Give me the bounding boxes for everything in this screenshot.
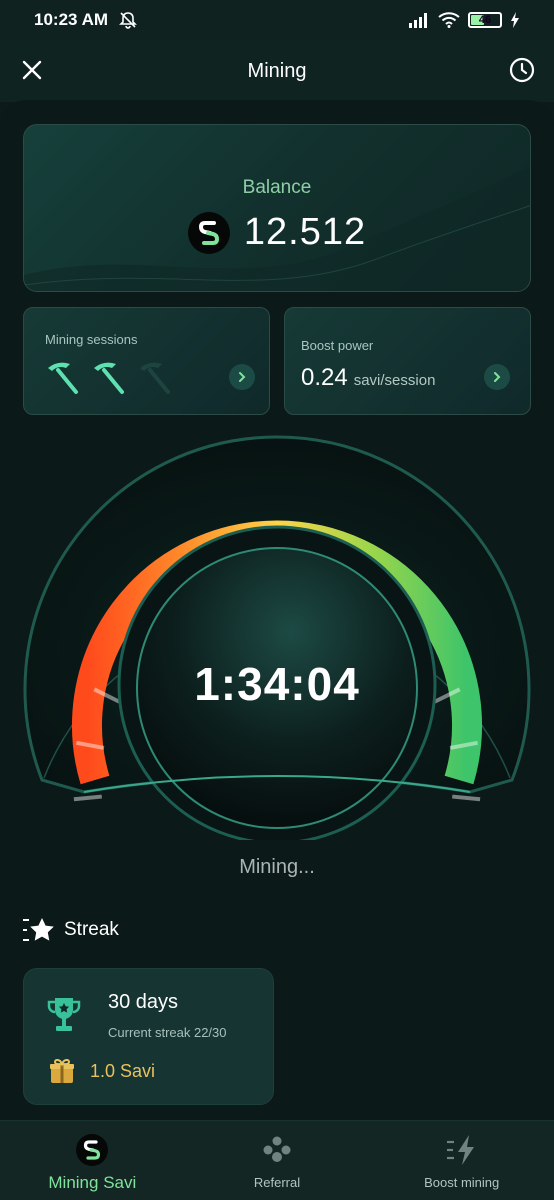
charging-icon xyxy=(511,12,519,28)
gauge-tick xyxy=(452,794,481,802)
mining-timer: 1:34:04 xyxy=(194,658,360,710)
signal-icon xyxy=(409,13,427,28)
balance-row: 12.512 xyxy=(24,211,530,254)
lightning-icon xyxy=(446,1135,474,1165)
history-clock-icon[interactable] xyxy=(508,56,536,84)
boost-power-card[interactable]: Boost power 0.24 savi/session xyxy=(284,307,531,415)
chevron-right-icon[interactable] xyxy=(229,364,255,390)
status-icons: 46 xyxy=(408,12,520,28)
gift-icon xyxy=(50,1058,74,1083)
boost-power-unit: savi/session xyxy=(353,372,436,389)
boost-power-value: 0.24 xyxy=(301,364,348,391)
nav-label: Boost mining xyxy=(424,1175,500,1190)
mining-gauge xyxy=(23,435,531,840)
streak-header: Streak xyxy=(22,916,119,944)
close-icon[interactable] xyxy=(18,56,46,84)
notification-off-icon xyxy=(119,12,137,29)
streak-days: 30 days xyxy=(108,991,179,1013)
mining-sessions-label: Mining sessions xyxy=(45,332,138,347)
mining-status-text: Mining... xyxy=(239,856,315,878)
session-pickaxes xyxy=(44,360,172,396)
pickaxe-active-icon xyxy=(48,362,78,394)
balance-label: Balance xyxy=(242,177,312,198)
app-header: Mining xyxy=(0,40,554,102)
streak-reward: 1.0 Savi xyxy=(90,1061,156,1081)
streak-progress: Current streak 22/30 xyxy=(108,1025,227,1040)
status-time: 10:23 AM xyxy=(34,10,109,29)
nav-mining-savi[interactable]: Mining Savi xyxy=(0,1121,185,1200)
nav-label: Mining Savi xyxy=(48,1173,137,1192)
balance-card: Balance 12.512 xyxy=(23,124,531,292)
balance-value: 12.512 xyxy=(243,211,367,253)
savi-logo-icon xyxy=(187,211,230,254)
trophy-icon xyxy=(47,998,81,1031)
mining-sessions-card[interactable]: Mining sessions xyxy=(23,307,270,415)
pickaxe-inactive-icon xyxy=(140,362,170,394)
battery-level: 46 xyxy=(478,14,492,26)
gauge-tick xyxy=(73,794,102,802)
nav-referral[interactable]: Referral xyxy=(185,1121,370,1200)
wifi-icon xyxy=(438,12,460,28)
nav-boost-mining[interactable]: Boost mining xyxy=(369,1121,554,1200)
battery-icon: 46 xyxy=(468,12,502,28)
nav-label: Referral xyxy=(253,1175,301,1190)
star-icon xyxy=(23,918,54,941)
streak-card: 30 days Current streak 22/30 1.0 Savi xyxy=(23,968,274,1105)
page-title: Mining xyxy=(247,59,307,82)
boost-power-row: 0.24 savi/session xyxy=(301,364,435,392)
streak-title: Streak xyxy=(64,919,119,940)
balance-card-wave-decoration xyxy=(24,166,530,291)
status-bar: 10:23 AM 46 xyxy=(0,0,554,40)
savi-logo-icon xyxy=(76,1134,109,1166)
pickaxe-active-icon xyxy=(94,362,124,394)
users-icon xyxy=(263,1136,291,1162)
chevron-right-icon[interactable] xyxy=(484,364,510,390)
boost-power-label: Boost power xyxy=(301,338,374,353)
bottom-nav: Mining Savi Referral Boost mining xyxy=(0,1120,554,1200)
